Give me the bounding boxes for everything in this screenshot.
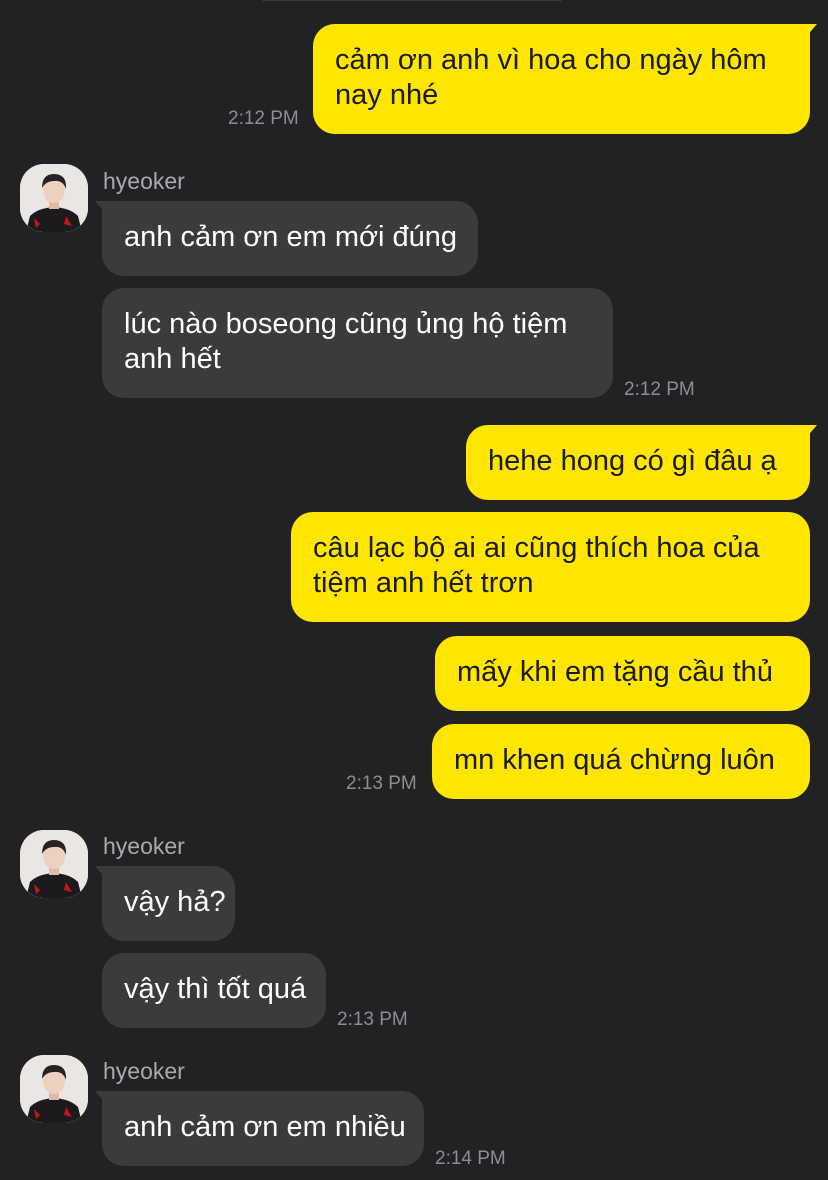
outgoing-message-bubble[interactable]: mn khen quá chừng luôn (432, 724, 810, 799)
message-text-line: mấy khi em tặng cầu thủ (457, 656, 773, 688)
message-text-line: hehe hong có gì đâu ạ (488, 445, 777, 477)
profile-photo-avatar-icon (20, 830, 88, 898)
outgoing-message-bubble[interactable]: câu lạc bộ ai ai cũng thích hoa của tiệm… (291, 512, 810, 622)
sender-name: hyeoker (103, 1058, 185, 1084)
incoming-message-bubble[interactable]: anh cảm ơn em nhiều (95, 1091, 424, 1166)
incoming-message-bubble[interactable]: lúc nào boseong cũng ủng hộ tiệm anh hết (102, 288, 613, 398)
contact-avatar[interactable] (20, 830, 88, 898)
message-text-line: nay nhé (335, 79, 439, 111)
message-text-line: vậy thì tốt quá (124, 973, 307, 1005)
message-text-line: câu lạc bộ ai ai cũng thích hoa của (313, 532, 760, 564)
message-text-line: mn khen quá chừng luôn (454, 744, 775, 776)
message-text-line: anh cảm ơn em mới đúng (124, 221, 458, 253)
message-timestamp: 2:13 PM (337, 1009, 408, 1030)
message-text-line: vậy hả? (124, 886, 226, 918)
sender-name: hyeoker (103, 833, 185, 859)
outgoing-message-bubble[interactable]: hehe hong có gì đâu ạ (466, 425, 817, 500)
incoming-message-bubble[interactable]: vậy thì tốt quá (102, 953, 326, 1028)
contact-avatar[interactable] (20, 1055, 88, 1123)
message-text-line: anh hết (124, 343, 221, 375)
profile-photo-avatar-icon (20, 164, 88, 232)
message-text-line: anh cảm ơn em nhiều (124, 1111, 406, 1143)
incoming-message-bubble[interactable]: vậy hả? (95, 866, 235, 941)
previous-message-edge (262, 0, 562, 1)
contact-avatar[interactable] (20, 164, 88, 232)
message-timestamp: 2:12 PM (624, 379, 695, 400)
message-timestamp: 2:12 PM (228, 108, 299, 129)
message-text-line: tiệm anh hết trơn (313, 567, 534, 599)
incoming-message-bubble[interactable]: anh cảm ơn em mới đúng (95, 201, 478, 276)
profile-photo-avatar-icon (20, 1055, 88, 1123)
outgoing-message-bubble[interactable]: cảm ơn anh vì hoa cho ngày hôm nay nhé (313, 24, 817, 134)
message-text-line: lúc nào boseong cũng ủng hộ tiệm (124, 308, 568, 340)
message-text-line: cảm ơn anh vì hoa cho ngày hôm (335, 44, 767, 76)
message-timestamp: 2:14 PM (435, 1148, 506, 1169)
message-timestamp: 2:13 PM (346, 773, 417, 794)
outgoing-message-bubble[interactable]: mấy khi em tặng cầu thủ (435, 636, 810, 711)
sender-name: hyeoker (103, 168, 185, 194)
